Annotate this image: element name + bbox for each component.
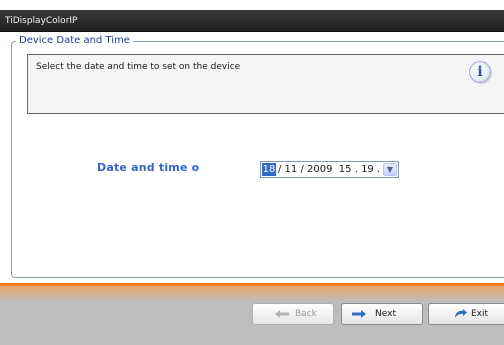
wizard-window: TiDisplayColorIP Device Date and Time Se… xyxy=(0,0,504,345)
next-button[interactable]: Next xyxy=(341,303,423,325)
arrow-right-icon xyxy=(352,310,366,318)
accent-gradient xyxy=(0,286,504,302)
back-button-label: Back xyxy=(295,309,317,319)
content-area: Device Date and Time Select the date and… xyxy=(0,32,504,283)
footer-bar: Back Next Exit xyxy=(0,283,504,345)
date-time-picker[interactable]: 18 / 11 / 2009 15 . 19 . 11 ▼ xyxy=(260,161,399,178)
info-box: Select the date and time to set on the d… xyxy=(27,54,504,114)
date-day-field[interactable]: 18 xyxy=(262,163,276,176)
exit-icon xyxy=(455,309,467,318)
info-text: Select the date and time to set on the d… xyxy=(36,62,241,72)
info-icon: i xyxy=(469,61,491,83)
exit-button-label: Exit xyxy=(471,309,489,319)
chevron-down-icon[interactable]: ▼ xyxy=(383,163,397,176)
group-title: Device Date and Time xyxy=(16,35,133,47)
date-time-fields[interactable]: / 11 / 2009 15 . 19 . 11 xyxy=(278,163,396,176)
back-button[interactable]: Back xyxy=(252,303,334,325)
date-time-label: Date and time o xyxy=(97,161,200,174)
next-button-label: Next xyxy=(375,309,396,319)
arrow-left-icon xyxy=(275,310,289,318)
exit-button[interactable]: Exit xyxy=(428,303,504,325)
title-bar: TiDisplayColorIP xyxy=(0,10,504,32)
app-title: TiDisplayColorIP xyxy=(5,16,78,26)
